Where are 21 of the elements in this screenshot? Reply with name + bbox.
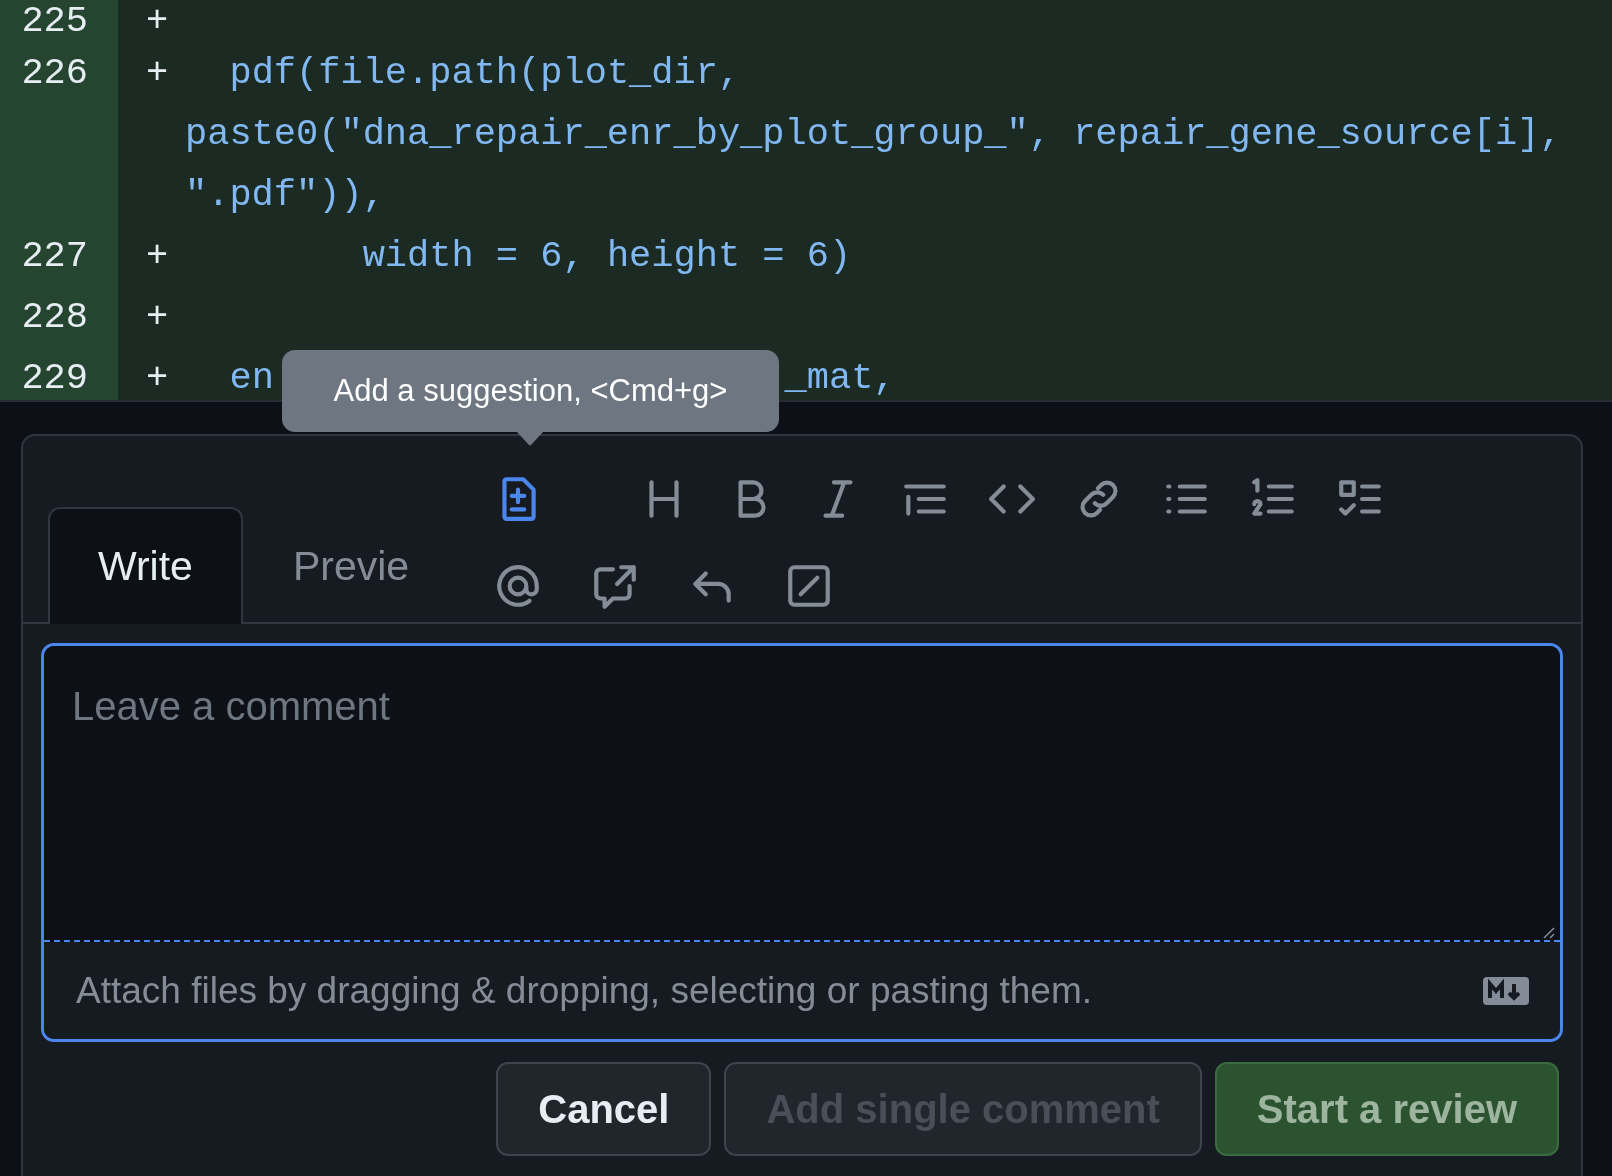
code-text: en (228, 357, 274, 399)
tooltip-arrow (516, 431, 544, 447)
line-number: 228 (0, 287, 118, 348)
editor-tab[interactable]: Write (48, 507, 243, 624)
code-text: width = 6, height = 6) (361, 235, 852, 277)
attach-hint: Attach files by dragging & dropping, selecting or pasting them. (76, 968, 1093, 1013)
comment-field[interactable]: Leave a comment (44, 646, 1560, 942)
diff-sign: + (145, 356, 170, 400)
cancel-button[interactable]: Cancel (496, 1062, 712, 1156)
line-number: 227 (0, 226, 118, 287)
line-number: 225 (0, 0, 118, 43)
diff-sign: + (145, 51, 170, 96)
diff-sign: + (145, 0, 170, 43)
diff-sign: + (145, 295, 170, 340)
diff-sign: + (145, 234, 170, 279)
markdown-icon (1482, 975, 1530, 1006)
tooltip: Add a suggestion, <Cmd+g> (282, 350, 779, 432)
line-number: 226 (0, 43, 118, 226)
code-text: _mat, (784, 357, 896, 399)
line-number: 229 (0, 348, 118, 400)
editor-tab[interactable]: Previe (242, 507, 460, 624)
